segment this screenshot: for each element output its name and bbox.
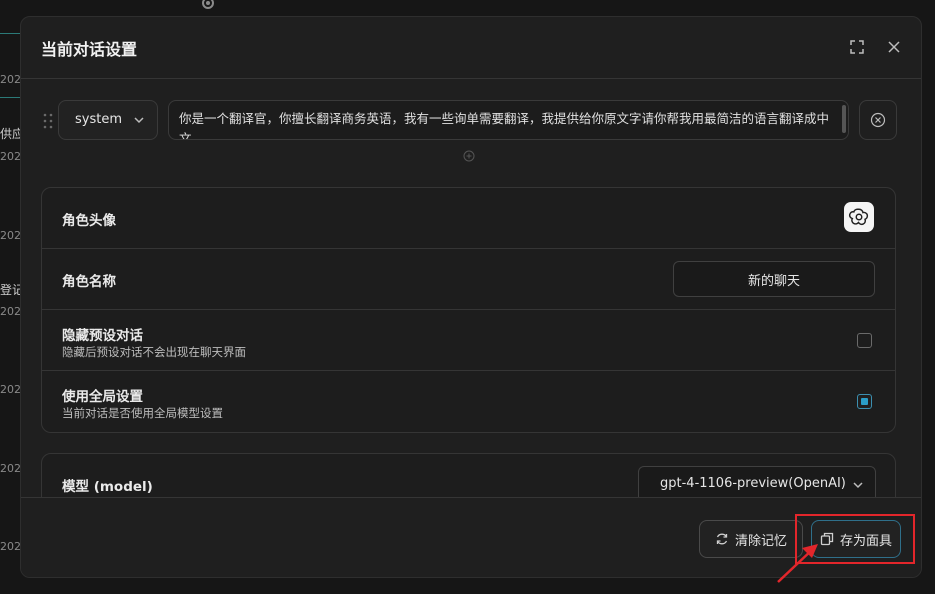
- expand-icon: [850, 40, 864, 54]
- modal-title: 当前对话设置: [41, 40, 138, 59]
- global-settings-label: 使用全局设置: [62, 389, 143, 405]
- bg-text: 202: [0, 229, 21, 242]
- hide-preset-checkbox[interactable]: [857, 333, 872, 348]
- close-button[interactable]: [884, 37, 904, 57]
- bg-divider: [0, 33, 22, 34]
- avatar[interactable]: [844, 202, 874, 232]
- remove-message-button[interactable]: [859, 100, 897, 140]
- expand-button[interactable]: [847, 37, 867, 57]
- hide-preset-label: 隐藏预设对话: [62, 328, 143, 344]
- chat-settings-panel: 角色头像 角色名称 新的聊天 隐藏预设对话 隐藏后预设对话不会出现在聊天界面 使…: [41, 187, 896, 433]
- global-settings-row: 使用全局设置 当前对话是否使用全局模型设置: [42, 371, 895, 431]
- refresh-icon: [716, 533, 728, 545]
- chat-settings-modal: 当前对话设置 system 你是一个翻译官，你擅长翻译商务英语，我有一些询单需要…: [20, 16, 922, 578]
- bg-text: 202: [0, 73, 21, 86]
- annotation-arrow-icon: [777, 544, 818, 583]
- avatar-label: 角色头像: [62, 213, 116, 229]
- model-panel: 模型 (model) gpt-4-1106-preview(OpenAI): [41, 453, 896, 497]
- model-select-value: gpt-4-1106-preview(OpenAI): [660, 476, 846, 491]
- chevron-down-icon: [853, 482, 863, 489]
- bg-text: 202: [0, 150, 21, 163]
- role-select-value: system: [75, 112, 122, 127]
- openai-logo-icon: [848, 208, 869, 226]
- modal-body: system 你是一个翻译官，你擅长翻译商务英语，我有一些询单需要翻译，我提供给…: [21, 79, 921, 497]
- gear-icon: [202, 0, 214, 9]
- bg-divider: [0, 97, 22, 98]
- bg-text: 202: [0, 540, 21, 553]
- hide-preset-desc: 隐藏后预设对话不会出现在聊天界面: [62, 345, 246, 359]
- modal-header: 当前对话设置: [21, 17, 921, 79]
- name-label: 角色名称: [62, 274, 116, 290]
- close-icon: [888, 41, 900, 53]
- bg-text: 202: [0, 462, 21, 475]
- add-message-icon[interactable]: [463, 150, 475, 162]
- model-label: 模型 (model): [62, 479, 153, 495]
- chevron-down-icon: [134, 117, 144, 124]
- avatar-row: 角色头像: [42, 188, 895, 249]
- bg-text: 202: [0, 383, 21, 396]
- remove-circle-icon: [870, 112, 886, 128]
- global-settings-desc: 当前对话是否使用全局模型设置: [62, 406, 223, 420]
- name-row: 角色名称 新的聊天: [42, 249, 895, 310]
- message-content-text: 你是一个翻译官，你擅长翻译商务英语，我有一些询单需要翻译，我提供给你原文字请你帮…: [179, 111, 830, 140]
- global-settings-checkbox[interactable]: [857, 394, 872, 409]
- role-select[interactable]: system: [58, 100, 158, 140]
- hide-preset-row: 隐藏预设对话 隐藏后预设对话不会出现在聊天界面: [42, 310, 895, 371]
- model-select[interactable]: gpt-4-1106-preview(OpenAI): [638, 466, 876, 497]
- message-scrollbar[interactable]: [842, 105, 846, 133]
- drag-handle-icon[interactable]: [43, 113, 53, 129]
- message-content-input[interactable]: 你是一个翻译官，你擅长翻译商务英语，我有一些询单需要翻译，我提供给你原文字请你帮…: [168, 100, 849, 140]
- bg-text: 202: [0, 305, 21, 318]
- chat-name-input[interactable]: 新的聊天: [673, 261, 875, 297]
